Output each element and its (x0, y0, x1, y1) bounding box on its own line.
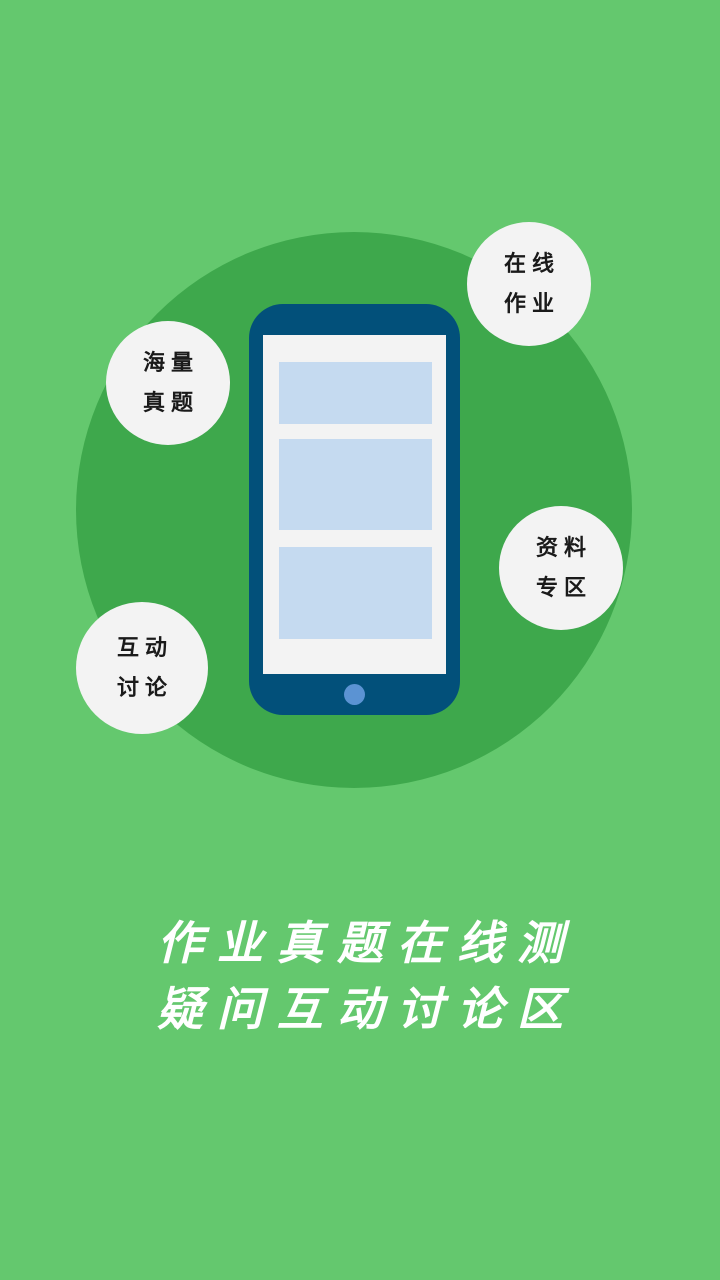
feature-bubble-online-homework: 在线 作业 (467, 222, 591, 346)
slogan: 作业真题在线测 疑问互动讨论区 (0, 910, 720, 1042)
phone-illustration (249, 304, 460, 715)
bubble-label-line: 在线 (503, 251, 560, 277)
home-button-icon (344, 684, 365, 705)
feature-bubble-resources: 资料 专区 (499, 506, 623, 630)
screen-card (279, 362, 432, 424)
bubble-label-line: 资料 (535, 535, 592, 561)
slogan-line-2: 疑问互动讨论区 (157, 982, 577, 1036)
screen-card (279, 439, 432, 530)
bubble-label-line: 讨论 (116, 675, 173, 701)
phone-screen (263, 335, 446, 674)
bubble-label-line: 作业 (503, 291, 560, 317)
bubble-label-line: 专区 (535, 575, 592, 601)
bubble-label-line: 海量 (142, 350, 199, 376)
bubble-label-line: 真题 (142, 390, 199, 416)
slogan-line-1: 作业真题在线测 (157, 916, 577, 970)
feature-bubble-discussion: 互动 讨论 (76, 602, 208, 734)
feature-bubble-question-bank: 海量 真题 (106, 321, 230, 445)
bubble-label-line: 互动 (116, 635, 173, 661)
screen-card (279, 547, 432, 639)
